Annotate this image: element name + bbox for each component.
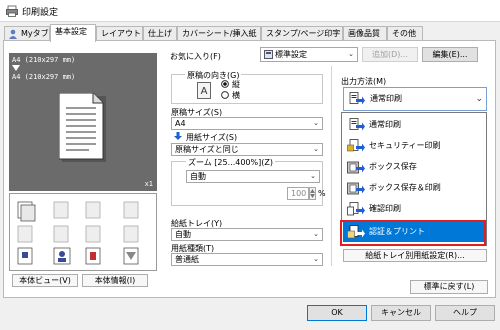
tab-mytab[interactable]: Myタブ: [4, 26, 50, 41]
output-option-secure-print[interactable]: セキュリティー印刷: [343, 136, 486, 156]
option-label: ボックス保存＆印刷: [369, 183, 441, 192]
edit-favorite-button[interactable]: 編集(E)...: [422, 47, 478, 62]
zoom-select[interactable]: 自動 ⌄: [186, 170, 320, 183]
add-favorite-button[interactable]: 追加(D)...: [362, 47, 418, 62]
zoom-label: ズーム [25...400%](Z): [186, 157, 275, 168]
chevron-up-icon: [310, 189, 315, 193]
output-method-value: 通常印刷: [370, 94, 402, 103]
tab-bar: Myタブ 基本設定 レイアウト 仕上げ カバーシート/挿入紙 スタンプ/ページ印…: [0, 22, 500, 42]
preview-original-size: A4 (210x297 mm): [12, 56, 76, 64]
tab-label: レイアウト: [101, 29, 141, 38]
normal-print-icon: [349, 118, 365, 131]
user-icon: [9, 29, 17, 39]
paper-size-label: 用紙サイズ(S): [186, 133, 238, 142]
favorites-value: 標準設定: [275, 50, 307, 59]
radio-checked-icon: [221, 80, 229, 88]
window-title: 印刷設定: [22, 8, 59, 18]
radio-unchecked-icon: [221, 91, 229, 99]
paper-tray-value: 自動: [175, 230, 191, 239]
reset-defaults-button[interactable]: 標準に戻す(L): [410, 280, 488, 294]
option-label: ボックス保存: [369, 162, 417, 171]
preview-paper-size: A4 (210x297 mm): [12, 73, 76, 81]
page-preview-icon: [59, 93, 106, 162]
radio-label: 縦: [232, 80, 240, 89]
tab-label: カバーシート/挿入紙: [182, 29, 257, 38]
tab-label: その他: [392, 29, 416, 38]
tray-paper-settings-button[interactable]: 給紙トレイ別用紙設定(R)...: [343, 249, 487, 262]
output-method-select[interactable]: 通常印刷 ⌄: [343, 87, 487, 111]
favorites-label: お気に入り(F): [170, 52, 221, 61]
output-option-proof-print[interactable]: 確認印刷: [343, 199, 486, 219]
tab-cover-sheet[interactable]: カバーシート/挿入紙: [177, 26, 261, 41]
ok-button[interactable]: OK: [307, 305, 367, 321]
zoom-value: 自動: [190, 172, 206, 181]
tab-finishing[interactable]: 仕上げ: [143, 26, 177, 41]
original-size-select[interactable]: A4 ⌄: [171, 117, 323, 130]
paper-type-value: 普通紙: [175, 255, 199, 264]
tab-other[interactable]: その他: [387, 26, 423, 41]
normal-print-icon: [349, 92, 365, 105]
portrait-orientation-icon: A: [197, 82, 211, 99]
zoom-percent-input[interactable]: 100: [287, 187, 309, 200]
box-save-icon: [347, 161, 365, 174]
output-option-box-save-print[interactable]: ボックス保存＆印刷: [343, 178, 486, 198]
arrow-down-icon: [12, 65, 20, 71]
highlight-frame: [340, 220, 486, 246]
paper-type-select[interactable]: 普通紙 ⌄: [171, 253, 323, 266]
settings-icon: [264, 50, 273, 59]
paper-size-select[interactable]: 原稿サイズと同じ ⌄: [171, 143, 323, 156]
zoom-unit: %: [318, 189, 326, 198]
chevron-down-icon: ⌄: [313, 255, 319, 263]
tab-layout[interactable]: レイアウト: [96, 26, 143, 41]
tab-label: 仕上げ: [148, 29, 172, 38]
tab-image-quality[interactable]: 画像品質: [343, 26, 387, 41]
paper-size-value: 原稿サイズと同じ: [175, 145, 239, 154]
chevron-down-icon: ⌄: [313, 230, 319, 238]
output-option-normal-print[interactable]: 通常印刷: [343, 115, 486, 135]
device-info-button[interactable]: 本体情報(I): [82, 274, 148, 287]
finishing-options-icons: [17, 201, 139, 265]
tab-label: 画像品質: [348, 29, 380, 38]
output-method-label: 出力方法(M): [341, 77, 387, 86]
title-bar: 印刷設定: [0, 0, 500, 22]
device-view-button[interactable]: 本体ビュー(V): [12, 274, 78, 287]
zoom-stepper[interactable]: [309, 187, 316, 200]
tab-basic[interactable]: 基本設定: [50, 24, 96, 42]
option-label: 確認印刷: [369, 204, 401, 213]
chevron-down-icon: ⌄: [348, 50, 354, 58]
svg-text:A: A: [201, 86, 208, 97]
orientation-portrait-radio[interactable]: 縦: [221, 80, 240, 90]
paper-tray-select[interactable]: 自動 ⌄: [171, 228, 323, 241]
option-label: セキュリティー印刷: [369, 141, 441, 150]
proof-print-icon: [347, 202, 365, 216]
arrow-down-icon: [174, 132, 182, 140]
favorites-select[interactable]: 標準設定 ⌄: [260, 47, 358, 62]
chevron-down-icon: ⌄: [313, 145, 319, 153]
cancel-button[interactable]: キャンセル: [371, 305, 431, 321]
print-preview: A4 (210x297 mm) A4 (210x297 mm) x1: [9, 53, 157, 191]
original-size-value: A4: [175, 119, 186, 128]
help-button[interactable]: ヘルプ: [435, 305, 495, 321]
radio-label: 横: [232, 91, 240, 100]
printer-icon: [6, 5, 18, 17]
tab-label: Myタブ: [21, 29, 49, 38]
tab-stamp[interactable]: スタンプ/ページ印字: [261, 26, 343, 41]
secure-print-icon: [347, 139, 365, 152]
chevron-down-icon: ⌄: [475, 94, 483, 104]
chevron-down-icon: [310, 194, 315, 198]
column-divider: [331, 66, 332, 266]
output-option-box-save[interactable]: ボックス保存: [343, 157, 486, 177]
finishing-icons-panel: [9, 193, 157, 271]
chevron-down-icon: ⌄: [313, 119, 319, 127]
preview-copies: x1: [144, 180, 153, 188]
chevron-down-icon: ⌄: [310, 172, 316, 180]
box-save-print-icon: [347, 182, 365, 195]
orientation-landscape-radio[interactable]: 横: [221, 91, 240, 101]
tab-label: スタンプ/ページ印字: [266, 29, 341, 38]
tab-label: 基本設定: [55, 27, 87, 36]
option-label: 通常印刷: [369, 120, 401, 129]
